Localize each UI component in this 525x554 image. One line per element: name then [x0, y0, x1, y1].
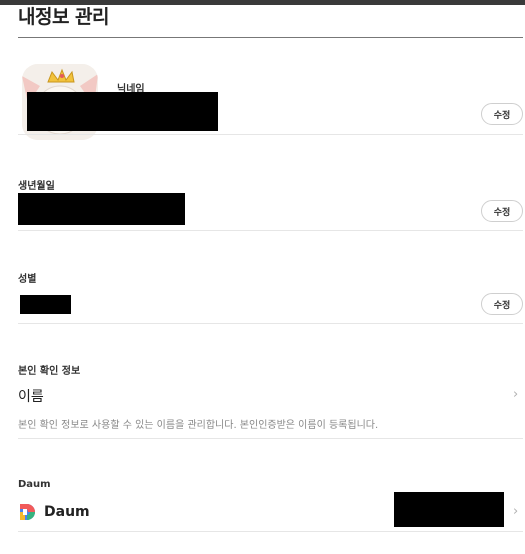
daum-section-label: Daum [18, 479, 51, 490]
identity-name-item[interactable]: 이름 [18, 386, 44, 406]
gender-edit-button[interactable]: 수정 [481, 293, 523, 315]
chevron-right-icon[interactable]: › [513, 504, 518, 519]
birthday-value-redacted [18, 193, 185, 225]
profile-row-divider [18, 134, 523, 135]
birthday-edit-button[interactable]: 수정 [481, 200, 523, 222]
nickname-value-redacted [27, 92, 218, 131]
gender-row-divider [18, 323, 523, 324]
identity-description: 본인 확인 정보로 사용할 수 있는 이름을 관리합니다. 본인인증받은 이름이… [18, 420, 379, 431]
birthday-label: 생년월일 [18, 181, 55, 192]
gender-label: 성별 [18, 274, 37, 285]
identity-row-divider [18, 438, 523, 439]
daum-row-divider [18, 531, 523, 532]
daum-account-id-redacted [394, 492, 504, 527]
gender-value-redacted [20, 295, 71, 314]
title-divider [18, 37, 523, 38]
identity-section-label: 본인 확인 정보 [18, 366, 81, 377]
nickname-edit-button[interactable]: 수정 [481, 103, 523, 125]
daum-logo-icon [18, 502, 36, 522]
birthday-row-divider [18, 230, 523, 231]
chevron-right-icon[interactable]: › [513, 387, 518, 402]
page-title: 내정보 관리 [18, 6, 110, 28]
daum-account-name[interactable]: Daum [44, 504, 90, 520]
